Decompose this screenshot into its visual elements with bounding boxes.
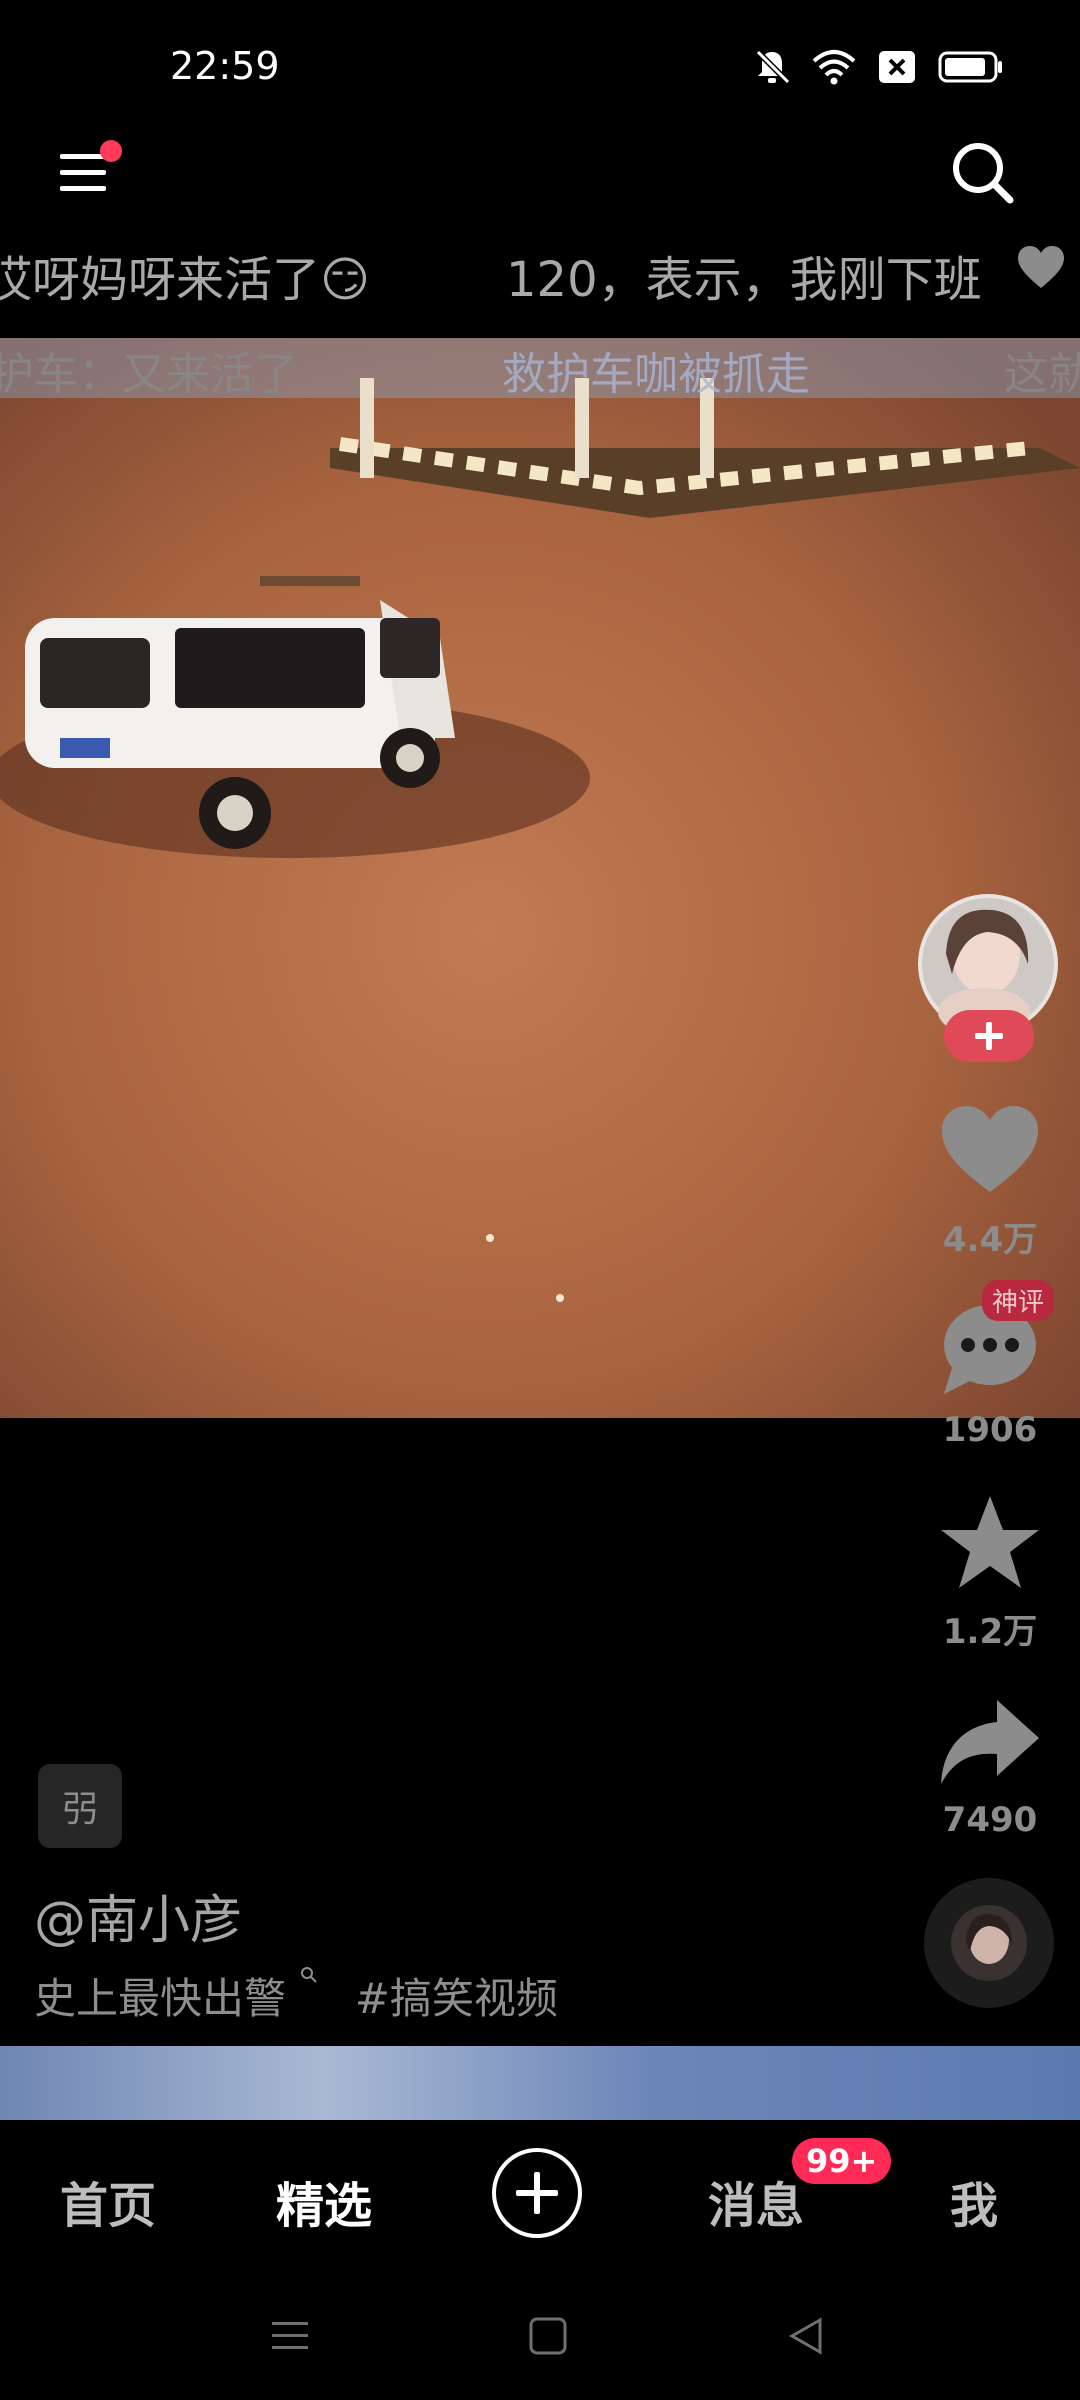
recent-apps-icon[interactable] (270, 2316, 310, 2356)
status-time: 22:59 (170, 44, 280, 88)
comment-count: 1906 (942, 1410, 1038, 1450)
home-icon[interactable] (528, 2316, 568, 2356)
plus-icon (975, 1022, 1003, 1050)
nav-featured[interactable]: 精选 (276, 2166, 372, 2236)
nav-messages[interactable]: 消息 (708, 2166, 804, 2236)
danmaku-comment: 护车：又来活了 (0, 349, 298, 400)
danmaku-comment: 哎呀妈呀来活了😏 (0, 252, 371, 308)
nav-me[interactable]: 我 (950, 2166, 998, 2236)
next-video-preview (0, 2046, 1080, 2120)
bottom-nav: 首页 精选 消息 我 (0, 2120, 1080, 2270)
create-button[interactable] (492, 2148, 582, 2238)
search-icon (953, 143, 1014, 204)
caption: 史上最快出警 #搞笑视频 (34, 1965, 558, 2026)
danmaku-comment: 救护车咖被抓走 (502, 349, 810, 400)
favorite-button[interactable] (935, 1492, 1045, 1592)
heart-icon (942, 1106, 1038, 1192)
notification-dot (100, 140, 122, 162)
system-navigation-bar (0, 2270, 1080, 2400)
music-disc-icon (951, 1905, 1027, 1981)
follow-button[interactable] (944, 1010, 1034, 1062)
search-icon[interactable] (299, 1965, 319, 1985)
danmaku-comment: 这就 (1004, 349, 1080, 400)
danmaku-comment: 120，表示，我刚下班 (506, 252, 982, 308)
search-button[interactable] (948, 138, 1018, 208)
like-button[interactable] (930, 1100, 1050, 1200)
nav-home[interactable]: 首页 (60, 2166, 156, 2236)
video-player[interactable] (0, 338, 1080, 1418)
author-name[interactable]: @南小彦 (34, 1878, 242, 1953)
share-count: 7490 (942, 1800, 1038, 1840)
wifi-icon (812, 50, 856, 85)
caption-text: 史上最快出警 (34, 1974, 287, 2023)
music-disc-button[interactable] (924, 1878, 1054, 2008)
mute-icon (755, 49, 790, 85)
share-icon (941, 1700, 1039, 1784)
video-frame (0, 338, 1080, 1418)
like-count: 4.4万 (942, 1220, 1038, 1260)
no-sim-icon (879, 51, 915, 83)
tag-chip[interactable]: 弜 (38, 1764, 122, 1848)
favorite-count: 1.2万 (942, 1612, 1038, 1652)
menu-button[interactable] (56, 140, 122, 200)
messages-badge: 99+ (792, 2138, 892, 2184)
share-button[interactable] (935, 1692, 1045, 1792)
plus-icon (516, 2172, 558, 2214)
star-icon (941, 1496, 1039, 1588)
status-icons (754, 48, 1004, 86)
heart-icon (1018, 246, 1064, 288)
battery-icon (938, 51, 1002, 83)
hashtag-link[interactable]: #搞笑视频 (355, 1974, 558, 2023)
comment-badge: 神评 (982, 1280, 1055, 1321)
back-icon[interactable] (786, 2316, 826, 2356)
